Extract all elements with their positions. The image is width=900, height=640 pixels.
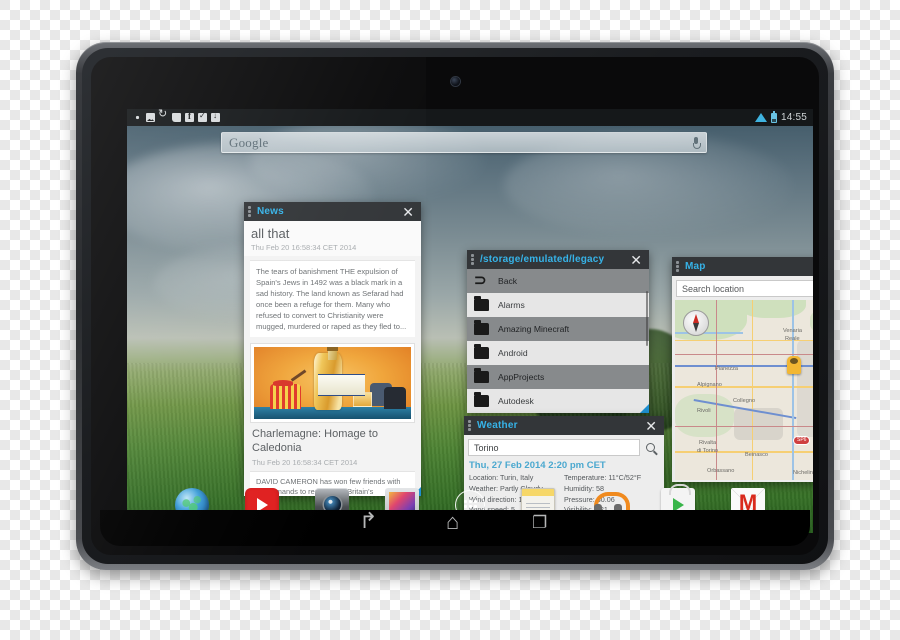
gps-icon <box>133 113 142 122</box>
tablet-glass: 14:55 Google News ✕ <box>91 57 819 555</box>
news-article-2-date: Thu Feb 20 16:58:34 CET 2014 <box>252 457 358 467</box>
map-label: Nichelino <box>793 470 813 476</box>
map-label: Venaria <box>783 328 802 334</box>
files-resize-handle[interactable] <box>640 404 649 413</box>
news-article-1-body: The tears of banishment THE expulsion of… <box>250 260 415 337</box>
map-content[interactable]: Search location Venaria Reale Pianezza A… <box>672 276 813 482</box>
folder-icon <box>474 392 489 407</box>
home-button[interactable] <box>445 511 465 538</box>
list-item[interactable]: Amazing Minecraft <box>467 317 649 341</box>
screenshot-icon <box>146 113 155 122</box>
list-item-label: Back <box>498 276 518 286</box>
files-title-bar[interactable]: /storage/emulated/legacy ✕ <box>467 250 649 269</box>
list-item-label: Android <box>498 348 528 358</box>
list-item[interactable]: AppProjects <box>467 365 649 389</box>
news-article-image <box>250 343 415 423</box>
list-item[interactable]: Back <box>467 269 649 293</box>
tablet-bezel: 14:55 Google News ✕ <box>82 48 828 564</box>
front-camera-icon <box>451 77 460 86</box>
news-close-icon[interactable]: ✕ <box>402 205 417 219</box>
facebook-icon <box>185 111 194 122</box>
wifi-icon <box>754 113 767 122</box>
google-logo: Google <box>229 134 269 150</box>
map-window-title: Map <box>685 261 706 272</box>
files-close-icon[interactable]: ✕ <box>630 253 645 267</box>
magnifier-icon <box>645 443 655 452</box>
map-label: Pianezza <box>715 366 739 372</box>
window-news[interactable]: News ✕ all that Thu Feb 20 16:58:34 CET … <box>244 202 421 496</box>
news-content[interactable]: all that Thu Feb 20 16:58:34 CET 2014 Th… <box>244 221 421 496</box>
navigation-bar <box>100 510 810 546</box>
weather-location-input[interactable]: Torino <box>468 439 640 456</box>
status-bar[interactable]: 14:55 <box>127 109 813 126</box>
weather-search-row[interactable]: Torino <box>464 435 664 459</box>
map-label: Rivoli <box>697 408 711 414</box>
news-title-bar[interactable]: News ✕ <box>244 202 421 221</box>
window-map[interactable]: Map ✕ Search location <box>672 257 813 482</box>
list-item-label: Amazing Minecraft <box>498 324 570 334</box>
map-route-shield: SP6 <box>793 436 811 445</box>
status-notification-icons <box>133 109 220 122</box>
map-label: di Torino <box>697 448 719 454</box>
weather-datetime: Thu, 27 Feb 2014 2:20 pm CET <box>464 459 664 473</box>
back-button[interactable] <box>359 518 379 538</box>
map-label: Beinasco <box>745 452 769 458</box>
list-item[interactable]: Alarms <box>467 293 649 317</box>
window-file-manager[interactable]: /storage/emulated/legacy ✕ Back Alarms <box>467 250 649 413</box>
list-item[interactable]: Autodesk <box>467 389 649 413</box>
map-label: Collegno <box>733 398 756 404</box>
sync-icon <box>158 109 168 122</box>
weather-title-bar[interactable]: Weather ✕ <box>464 416 664 435</box>
drag-handle-icon[interactable] <box>468 420 472 431</box>
sdcard-icon <box>172 113 181 122</box>
weather-search-button[interactable] <box>640 443 660 452</box>
street-view-pegman-icon[interactable] <box>787 356 801 374</box>
battery-icon <box>770 110 777 123</box>
news-article-1-header: all that Thu Feb 20 16:58:34 CET 2014 <box>244 221 421 256</box>
android-screen: 14:55 Google News ✕ <box>127 109 813 533</box>
status-system-icons[interactable]: 14:55 <box>754 110 807 123</box>
map-label: Orbassano <box>707 468 735 474</box>
weather-close-icon[interactable]: ✕ <box>645 419 660 433</box>
folder-icon <box>474 344 489 359</box>
tablet-device: 14:55 Google News ✕ <box>76 42 834 570</box>
list-item[interactable]: Android <box>467 341 649 365</box>
drag-handle-icon[interactable] <box>676 261 680 272</box>
map-label: Rivalta <box>699 440 717 446</box>
list-item-label: AppProjects <box>498 372 545 382</box>
news-window-title: News <box>257 206 284 217</box>
news-article-2-headline: Charlemagne: Homage to Caledonia <box>252 428 378 454</box>
drag-handle-icon[interactable] <box>471 254 475 265</box>
drag-handle-icon[interactable] <box>248 206 252 217</box>
files-window-title: /storage/emulated/legacy <box>480 254 605 265</box>
recents-button[interactable] <box>531 514 551 538</box>
download-icon <box>211 111 220 122</box>
news-article-1-headline: all that <box>251 226 290 241</box>
map-search-row[interactable]: Search location <box>672 276 813 300</box>
map-label: Alpignano <box>697 382 722 388</box>
map-label: Reale <box>785 336 800 342</box>
microphone-icon[interactable] <box>693 137 701 149</box>
weather-window-title: Weather <box>477 420 518 431</box>
back-arrow-icon <box>474 271 489 289</box>
news-article-1-date: Thu Feb 20 16:58:34 CET 2014 <box>251 243 357 252</box>
map-title-bar[interactable]: Map ✕ <box>672 257 813 276</box>
map-canvas[interactable]: Torrinese Venaria Reale Pianezza Alpigna… <box>675 300 813 480</box>
files-scrollbar[interactable] <box>646 291 648 346</box>
screenshot-stage: 14:55 Google News ✕ <box>0 0 900 640</box>
folder-icon <box>474 368 489 383</box>
folder-icon <box>474 320 489 335</box>
map-search-input[interactable]: Search location <box>676 280 813 297</box>
google-search-widget[interactable]: Google <box>221 132 707 153</box>
status-clock: 14:55 <box>780 112 807 123</box>
task-icon <box>198 111 207 122</box>
list-item-label: Autodesk <box>498 396 534 406</box>
list-item-label: Alarms <box>498 300 525 310</box>
folder-icon <box>474 296 489 311</box>
files-list[interactable]: Back Alarms Amazing Minecraft <box>467 269 649 413</box>
compass-icon[interactable] <box>683 310 709 336</box>
